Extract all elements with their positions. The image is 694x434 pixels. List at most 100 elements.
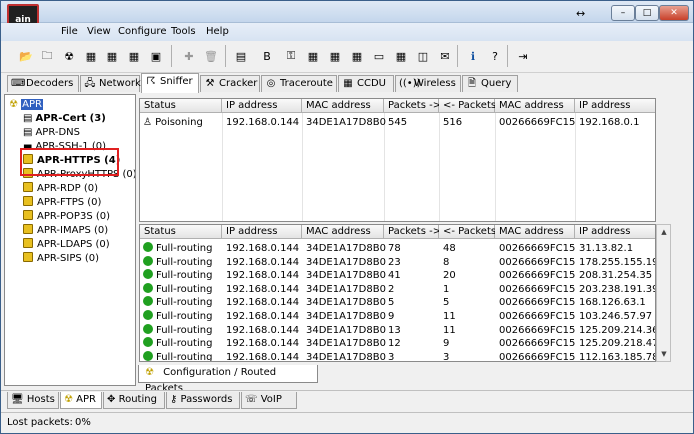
cracker-icon: ⚒ xyxy=(205,78,215,89)
tab-traceroute[interactable]: ◎ Traceroute xyxy=(261,75,337,92)
decoders-icon: ⌨ xyxy=(11,78,26,89)
tab-hosts[interactable]: 🖥 Hosts xyxy=(7,392,59,409)
tab-routing[interactable]: ✥ Routing xyxy=(103,392,165,409)
cisco-icon[interactable]: ▦ xyxy=(391,46,411,66)
tree-item-apr-ldaps[interactable]: APR-LDAPS (0) xyxy=(23,238,110,251)
exit-icon[interactable]: ⇥ xyxy=(513,46,533,66)
full-routing-icon xyxy=(143,310,153,320)
tab-configuration-routed-packets[interactable]: ☢ Configuration / Routed Packets xyxy=(138,365,318,394)
routing-table: Status IP address MAC address Packets ->… xyxy=(139,224,656,362)
vnc-icon[interactable]: ◫ xyxy=(413,46,433,66)
minimize-button[interactable]: – xyxy=(611,5,635,21)
wireless-icon: ((•)) xyxy=(399,78,421,89)
tab-wireless[interactable]: ((•))Wireless xyxy=(395,75,461,92)
apr-tree: ☢ APR ▤ APR-Cert (3) ▤ APR-DNS ▬ APR-SSH-1 … xyxy=(4,94,136,386)
menu-tools[interactable]: Tools xyxy=(171,26,196,37)
resize-arrows-icon[interactable]: ↔ xyxy=(576,7,585,20)
hosts-icon: 🖥 xyxy=(11,394,24,405)
ntlm-auth-icon[interactable]: ▦ xyxy=(81,46,101,66)
tab-passwords[interactable]: ⚷ Passwords xyxy=(166,392,240,409)
delete-icon[interactable]: 🗑 xyxy=(201,46,221,66)
tree-item-apr-cert[interactable]: ▤ APR-Cert (3) xyxy=(23,112,106,125)
tab-ccdu[interactable]: ▦ CCDU xyxy=(338,75,394,92)
scroll-down-icon[interactable]: ▼ xyxy=(659,349,669,359)
lost-packets-value: 0% xyxy=(75,417,91,428)
col-mac2[interactable]: MAC address xyxy=(495,225,575,239)
col-packets-in[interactable]: <- Packets xyxy=(439,99,496,113)
col-ip2[interactable]: IP address xyxy=(575,225,655,239)
col-mac[interactable]: MAC address xyxy=(302,99,384,113)
tab-network[interactable]: 🖧 Network xyxy=(80,75,141,92)
tree-item-apr-rdp[interactable]: APR-RDP (0) xyxy=(23,182,98,195)
chall-spoof-set-icon[interactable]: ▦ xyxy=(124,46,144,66)
lost-packets-label: Lost packets: xyxy=(7,417,73,428)
tab-apr[interactable]: ☢ APR xyxy=(60,392,102,409)
col-mac2[interactable]: MAC address xyxy=(495,99,575,113)
full-routing-icon xyxy=(143,350,153,361)
lsa-icon[interactable]: ▦ xyxy=(325,46,345,66)
full-routing-icon xyxy=(143,323,153,334)
add-icon[interactable]: ✚ xyxy=(179,46,199,66)
tree-root-apr[interactable]: ☢ APR xyxy=(9,98,43,111)
key-icon[interactable]: ⚿ xyxy=(281,46,301,66)
tree-item-apr-pop3s[interactable]: APR-POP3S (0) xyxy=(23,210,110,223)
title-bar: ain ↔ – □ ✕ xyxy=(1,1,693,36)
col-ip[interactable]: IP address xyxy=(222,225,302,239)
col-ip[interactable]: IP address xyxy=(222,99,302,113)
maximize-button[interactable]: □ xyxy=(635,5,659,21)
menu-file[interactable]: File xyxy=(61,26,78,37)
menu-view[interactable]: View xyxy=(87,26,111,37)
col-packets-out[interactable]: Packets -> xyxy=(384,99,441,113)
routing-icon: ✥ xyxy=(107,394,116,405)
dc-icon[interactable]: ▦ xyxy=(347,46,367,66)
network-card-icon[interactable]: ▭ xyxy=(369,46,389,66)
network-icon: 🖧 xyxy=(84,78,96,89)
vertical-scrollbar[interactable]: ▲ ▼ xyxy=(656,224,671,362)
full-routing-icon xyxy=(143,282,153,293)
help-icon[interactable]: ? xyxy=(485,46,505,66)
export-icon[interactable]: ▣ xyxy=(146,46,166,66)
tab-sniffer[interactable]: ☈ Sniffer xyxy=(141,73,199,93)
base64-icon[interactable]: B xyxy=(257,46,277,66)
menu-configure[interactable]: Configure xyxy=(118,26,166,37)
wep-icon[interactable]: ▦ xyxy=(303,46,323,66)
full-routing-icon xyxy=(143,255,153,266)
poisoning-icon: ♙ xyxy=(143,117,152,128)
close-button[interactable]: ✕ xyxy=(659,5,689,21)
tab-cracker[interactable]: ⚒ Cracker xyxy=(200,75,260,92)
tree-item-apr-sips[interactable]: APR-SIPS (0) xyxy=(23,252,99,265)
msn-icon[interactable]: ✉ xyxy=(435,46,455,66)
col-ip2[interactable]: IP address xyxy=(575,99,655,113)
col-status[interactable]: Status xyxy=(140,225,222,239)
full-routing-icon xyxy=(143,337,153,348)
lock-icon xyxy=(23,252,33,262)
tree-item-apr-dns[interactable]: ▤ APR-DNS xyxy=(23,126,80,139)
tree-item-apr-imaps[interactable]: APR-IMAPS (0) xyxy=(23,224,108,237)
toolbar: 📂 🗀 ☢ ▦ ▦ ▦ ▣ ✚ 🗑 ▤ B ⚿ ▦ ▦ ▦ ▭ ▦ ◫ ✉ ℹ … xyxy=(1,41,693,73)
traceroute-icon: ◎ xyxy=(266,78,276,89)
col-mac[interactable]: MAC address xyxy=(302,225,384,239)
tab-query[interactable]: 🗎 Query xyxy=(462,75,518,92)
highlight-box xyxy=(20,148,119,176)
full-routing-icon xyxy=(143,269,153,280)
menu-help[interactable]: Help xyxy=(206,26,229,37)
tree-item-apr-ftps[interactable]: APR-FTPS (0) xyxy=(23,196,101,209)
info-icon[interactable]: ℹ xyxy=(463,46,483,66)
add-folder-icon[interactable]: 🗀 xyxy=(37,46,57,66)
col-packets-out[interactable]: Packets -> xyxy=(384,225,441,239)
passwords-icon: ⚷ xyxy=(170,394,178,405)
lock-icon xyxy=(23,210,33,220)
full-routing-icon xyxy=(143,242,153,252)
open-icon[interactable]: 📂 xyxy=(16,46,36,66)
calc-icon[interactable]: ▤ xyxy=(231,46,251,66)
sniffer-icon: ☈ xyxy=(146,76,156,87)
chall-spoof-reset-icon[interactable]: ▦ xyxy=(102,46,122,66)
radiation-icon[interactable]: ☢ xyxy=(59,46,79,66)
radiation-icon: ☢ xyxy=(9,99,18,110)
col-status[interactable]: Status xyxy=(140,99,222,113)
scroll-up-icon[interactable]: ▲ xyxy=(659,227,669,237)
tab-decoders[interactable]: ⌨Decoders xyxy=(7,75,79,92)
col-packets-in[interactable]: <- Packets xyxy=(439,225,496,239)
lock-icon xyxy=(23,182,33,192)
tab-voip[interactable]: ☏ VoIP xyxy=(241,392,297,409)
